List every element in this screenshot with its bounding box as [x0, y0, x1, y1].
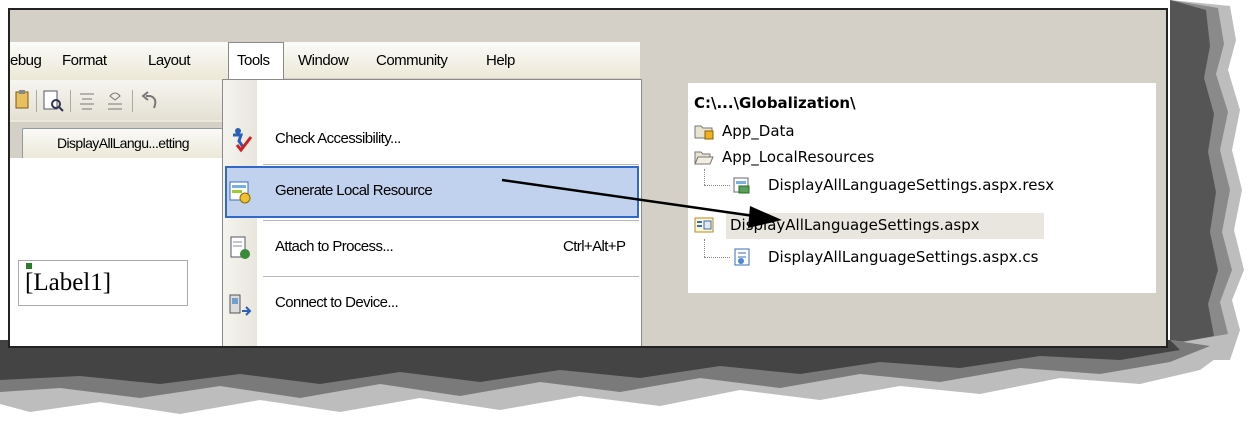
label-control[interactable]: [Label1]: [18, 260, 188, 306]
menu-item-label: Check Accessibility...: [275, 130, 401, 147]
menu-separator: [263, 220, 639, 221]
cs-file-icon: [734, 248, 750, 266]
label-control-text: [Label1]: [25, 269, 112, 296]
menu-separator: [263, 164, 639, 165]
tree-connector: [704, 169, 706, 185]
solution-root-label: C:\...\Globalization\: [694, 94, 856, 112]
menu-item-label: Connect to Device...: [275, 294, 399, 311]
menu-separator: [263, 276, 639, 277]
toolbar-separator: [36, 90, 37, 112]
solution-explorer: C:\...\Globalization\ App_Data App_Local…: [688, 83, 1156, 293]
menu-item-generate-local-resource[interactable]: Generate Local Resource: [223, 166, 641, 218]
menu-bar: ebug Format Layout Window Community Help: [10, 42, 640, 78]
tree-connector: [704, 185, 730, 187]
tree-item-label: DisplayAllLanguageSettings.aspx.resx: [768, 176, 1055, 194]
connect-device-icon: [229, 294, 252, 316]
format-icon[interactable]: [106, 90, 124, 112]
paste-icon[interactable]: [14, 90, 32, 112]
menu-layout[interactable]: Layout: [148, 52, 191, 69]
undo-icon[interactable]: [140, 90, 160, 112]
document-preview-icon[interactable]: [42, 90, 64, 112]
toolbar-separator: [132, 90, 133, 112]
menu-item-label: Attach to Process...: [275, 238, 394, 255]
document-tab[interactable]: DisplayAllLangu...etting: [22, 128, 232, 158]
toolbar-separator: [70, 90, 71, 112]
tree-connector: [704, 239, 706, 257]
design-surface[interactable]: [Label1]: [10, 158, 230, 346]
torn-edge-shadow-bottom: [0, 340, 1230, 414]
screenshot-frame: ebug Format Layout Window Community Help…: [8, 8, 1168, 348]
generate-resource-icon: [229, 181, 251, 204]
menu-window[interactable]: Window: [298, 52, 349, 69]
tree-item-label: DisplayAllLanguageSettings.aspx: [730, 216, 980, 234]
tree-item-label: App_LocalResources: [722, 148, 875, 166]
attach-process-icon: [230, 236, 250, 259]
special-folder-icon: [694, 125, 714, 140]
menu-item-connect-to-device[interactable]: Connect to Device...: [223, 278, 641, 330]
menu-community[interactable]: Community: [376, 52, 448, 69]
open-folder-icon: [694, 151, 714, 165]
align-center-icon[interactable]: [78, 90, 96, 112]
document-tab-label: DisplayAllLangu...etting: [57, 135, 190, 151]
tools-dropdown-menu: Check Accessibility... Generate Local Re…: [222, 79, 642, 346]
menu-tools-label: Tools: [237, 52, 270, 69]
menu-debug[interactable]: ebug: [10, 52, 42, 69]
menu-tools[interactable]: Tools: [228, 42, 284, 80]
menu-format[interactable]: Format: [62, 52, 107, 69]
menu-item-check-accessibility[interactable]: Check Accessibility...: [223, 114, 641, 166]
aspx-file-icon: [694, 217, 714, 233]
toolbar: [10, 80, 230, 120]
tree-item-label: DisplayAllLanguageSettings.aspx.cs: [768, 248, 1039, 266]
accessibility-check-icon: [233, 128, 253, 153]
menu-help[interactable]: Help: [486, 52, 515, 69]
tree-connector: [704, 257, 730, 259]
menu-item-shortcut: Ctrl+Alt+P: [563, 238, 626, 255]
menu-item-label: Generate Local Resource: [275, 182, 433, 199]
tree-item-label: App_Data: [722, 122, 795, 140]
menu-item-attach-to-process[interactable]: Attach to Process... Ctrl+Alt+P: [223, 222, 641, 274]
resx-file-icon: [733, 177, 750, 194]
